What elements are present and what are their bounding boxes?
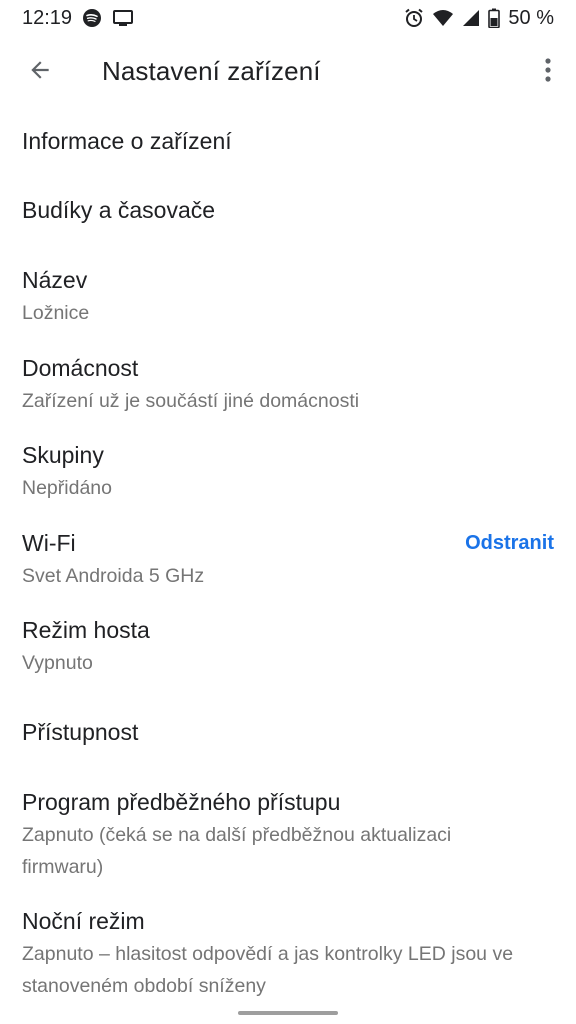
setting-subtitle: Svet Androida 5 GHz: [22, 565, 205, 587]
battery-percent: 50 %: [508, 6, 554, 29]
more-options-button[interactable]: [538, 52, 558, 92]
alarm-icon: [404, 8, 424, 28]
setting-title: Režim hosta: [22, 617, 150, 643]
battery-icon: [488, 8, 501, 28]
setting-subtitle: Zařízení už je součástí jiné domácnosti: [22, 390, 360, 412]
app-bar: Nastavení zařízení: [0, 38, 576, 110]
setting-title: Skupiny: [22, 442, 104, 468]
setting-subtitle: Vypnuto: [22, 652, 93, 674]
status-left: 12:19: [22, 7, 134, 30]
setting-subtitle: Zapnuto – hlasitost odpovědí a jas kontr…: [22, 943, 514, 997]
status-bar: 12:19 50 %: [0, 0, 576, 36]
remove-wifi-button[interactable]: Odstranit: [465, 528, 554, 558]
more-vert-icon: [544, 57, 552, 88]
setting-title: Domácnost: [22, 355, 139, 381]
setting-title: Noční režim: [22, 908, 145, 934]
status-right: 50 %: [404, 7, 554, 30]
setting-accessibility[interactable]: Přístupnost: [0, 717, 576, 747]
page-title: Nastavení zařízení: [102, 56, 321, 86]
setting-night-mode[interactable]: Noční režim Zapnuto – hlasitost odpovědí…: [0, 906, 576, 1002]
setting-device-info[interactable]: Informace o zařízení: [0, 126, 576, 156]
setting-title: Program předběžného přístupu: [22, 789, 341, 815]
setting-alarms[interactable]: Budíky a časovače: [0, 195, 576, 225]
setting-household[interactable]: Domácnost Zařízení už je součástí jiné d…: [0, 353, 576, 417]
status-time: 12:19: [22, 6, 73, 29]
setting-preview-program[interactable]: Program předběžného přístupu Zapnuto (če…: [0, 787, 576, 883]
back-button[interactable]: [20, 52, 60, 92]
wifi-icon: [432, 9, 454, 27]
setting-subtitle: Ložnice: [22, 302, 90, 324]
setting-title: Název: [22, 267, 88, 293]
signal-icon: [462, 9, 480, 27]
setting-groups[interactable]: Skupiny Nepřidáno: [0, 440, 576, 504]
spotify-icon: [82, 8, 102, 28]
setting-subtitle: Zapnuto (čeká se na další předběžnou akt…: [22, 824, 452, 878]
setting-title: Přístupnost: [22, 719, 139, 745]
setting-guest-mode[interactable]: Režim hosta Vypnuto: [0, 615, 576, 679]
setting-name[interactable]: Název Ložnice: [0, 265, 576, 329]
setting-title: Informace o zařízení: [22, 128, 232, 154]
arrow-back-icon: [27, 57, 53, 88]
setting-subtitle: Nepřidáno: [22, 477, 112, 499]
cast-icon: [112, 8, 134, 28]
gesture-nav-handle[interactable]: [238, 1011, 338, 1015]
setting-wifi[interactable]: Wi-Fi Svet Androida 5 GHz Odstranit: [0, 528, 576, 592]
setting-title: Budíky a časovače: [22, 197, 216, 223]
